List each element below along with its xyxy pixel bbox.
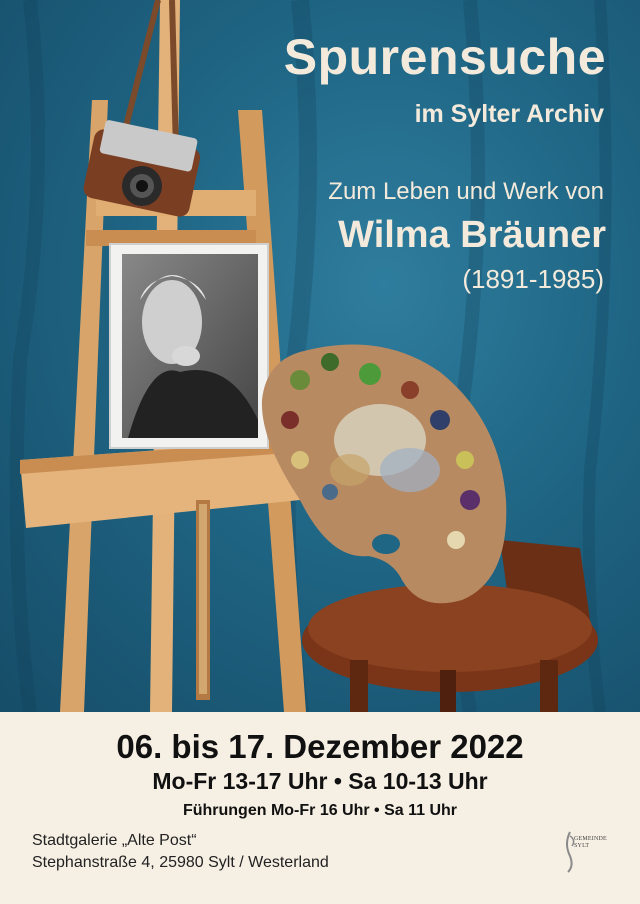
gemeinde-sylt-logo-icon [566, 831, 575, 873]
venue-name: Stadtgalerie „Alte Post“ [32, 832, 197, 849]
poster-title: Spurensuche [283, 29, 606, 85]
hero-image: Spurensuche im Sylter Archiv Zum Leben u… [0, 0, 640, 712]
opening-hours: Mo-Fr 13-17 Uhr • Sa 10-13 Uhr [152, 768, 488, 794]
portrait-photo [109, 243, 269, 449]
exhibition-dates: 06. bis 17. Dezember 2022 [116, 728, 524, 765]
poster-subtitle: im Sylter Archiv [414, 100, 604, 128]
intro-text: Zum Leben und Werk von [328, 178, 604, 205]
exhibition-poster: Spurensuche im Sylter Archiv Zum Leben u… [0, 0, 640, 904]
venue-address: Stephanstraße 4, 25980 Sylt / Westerland [32, 854, 329, 871]
info-panel: 06. bis 17. Dezember 2022 Mo-Fr 13-17 Uh… [0, 712, 640, 904]
logo-line-2: SYLT [574, 843, 590, 849]
logo-line-1: GEMEINDE [574, 836, 607, 842]
guided-tours: Führungen Mo-Fr 16 Uhr • Sa 11 Uhr [182, 802, 458, 819]
artist-years: (1891-1985) [462, 264, 604, 294]
logo-text: GEMEINDE SYLT [574, 836, 607, 850]
artist-name: Wilma Bräuner [338, 214, 606, 256]
